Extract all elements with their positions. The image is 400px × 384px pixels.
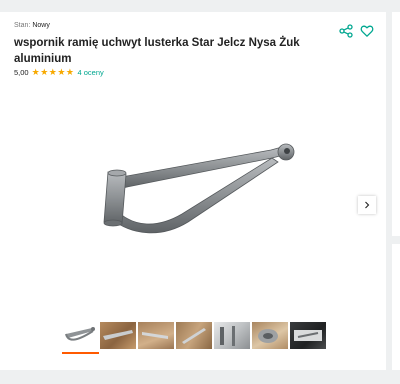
- thumbnail-1[interactable]: [62, 322, 98, 349]
- product-title: wspornik ramię uchwyt lusterka Star Jelc…: [14, 37, 300, 65]
- heart-icon: [360, 25, 374, 37]
- condition-info: Stan: Nowy: [14, 22, 50, 29]
- condition-value: Nowy: [32, 22, 50, 29]
- thumbnail-image: [220, 326, 235, 346]
- star-icon: ★: [65, 67, 74, 77]
- reviews-link[interactable]: 4 oceny: [78, 68, 104, 77]
- condition-label: Stan:: [14, 22, 31, 29]
- thumbnail-5[interactable]: [214, 322, 250, 349]
- thumbnail-image: [142, 332, 168, 339]
- star-icon: ★: [57, 67, 66, 77]
- product-main-image[interactable]: [86, 128, 302, 240]
- rating-stars: ★ ★ ★ ★ ★: [32, 68, 75, 77]
- side-panel-lower: [392, 244, 400, 370]
- thumbnail-image: [294, 330, 322, 341]
- star-icon: ★: [31, 67, 40, 77]
- thumbnail-image: [103, 330, 133, 340]
- star-icon: ★: [40, 67, 49, 77]
- thumbnail-image: [65, 327, 95, 341]
- star-icon: ★: [48, 67, 57, 77]
- product-page: Stan: Nowy wspornik ramię uchwyt lusterk…: [0, 0, 400, 384]
- thumbnail-image: [258, 329, 278, 343]
- chevron-right-icon: [365, 201, 370, 209]
- side-panel: [392, 12, 400, 236]
- favorite-button[interactable]: [360, 24, 374, 38]
- share-icon: [339, 24, 353, 38]
- thumbnail-6[interactable]: [252, 322, 288, 349]
- thumbnail-2[interactable]: [100, 322, 136, 349]
- rating-row: 5,00 ★ ★ ★ ★ ★ 4 oceny: [14, 67, 104, 78]
- next-image-button[interactable]: [358, 196, 376, 214]
- thumbnail-4[interactable]: [176, 322, 212, 349]
- thumbnail-3[interactable]: [138, 322, 174, 349]
- share-button[interactable]: [339, 24, 353, 38]
- rating-value: 5,00: [14, 68, 29, 77]
- thumbnail-image: [182, 328, 206, 344]
- thumbnail-7[interactable]: [290, 322, 326, 349]
- active-thumbnail-indicator: [62, 352, 99, 354]
